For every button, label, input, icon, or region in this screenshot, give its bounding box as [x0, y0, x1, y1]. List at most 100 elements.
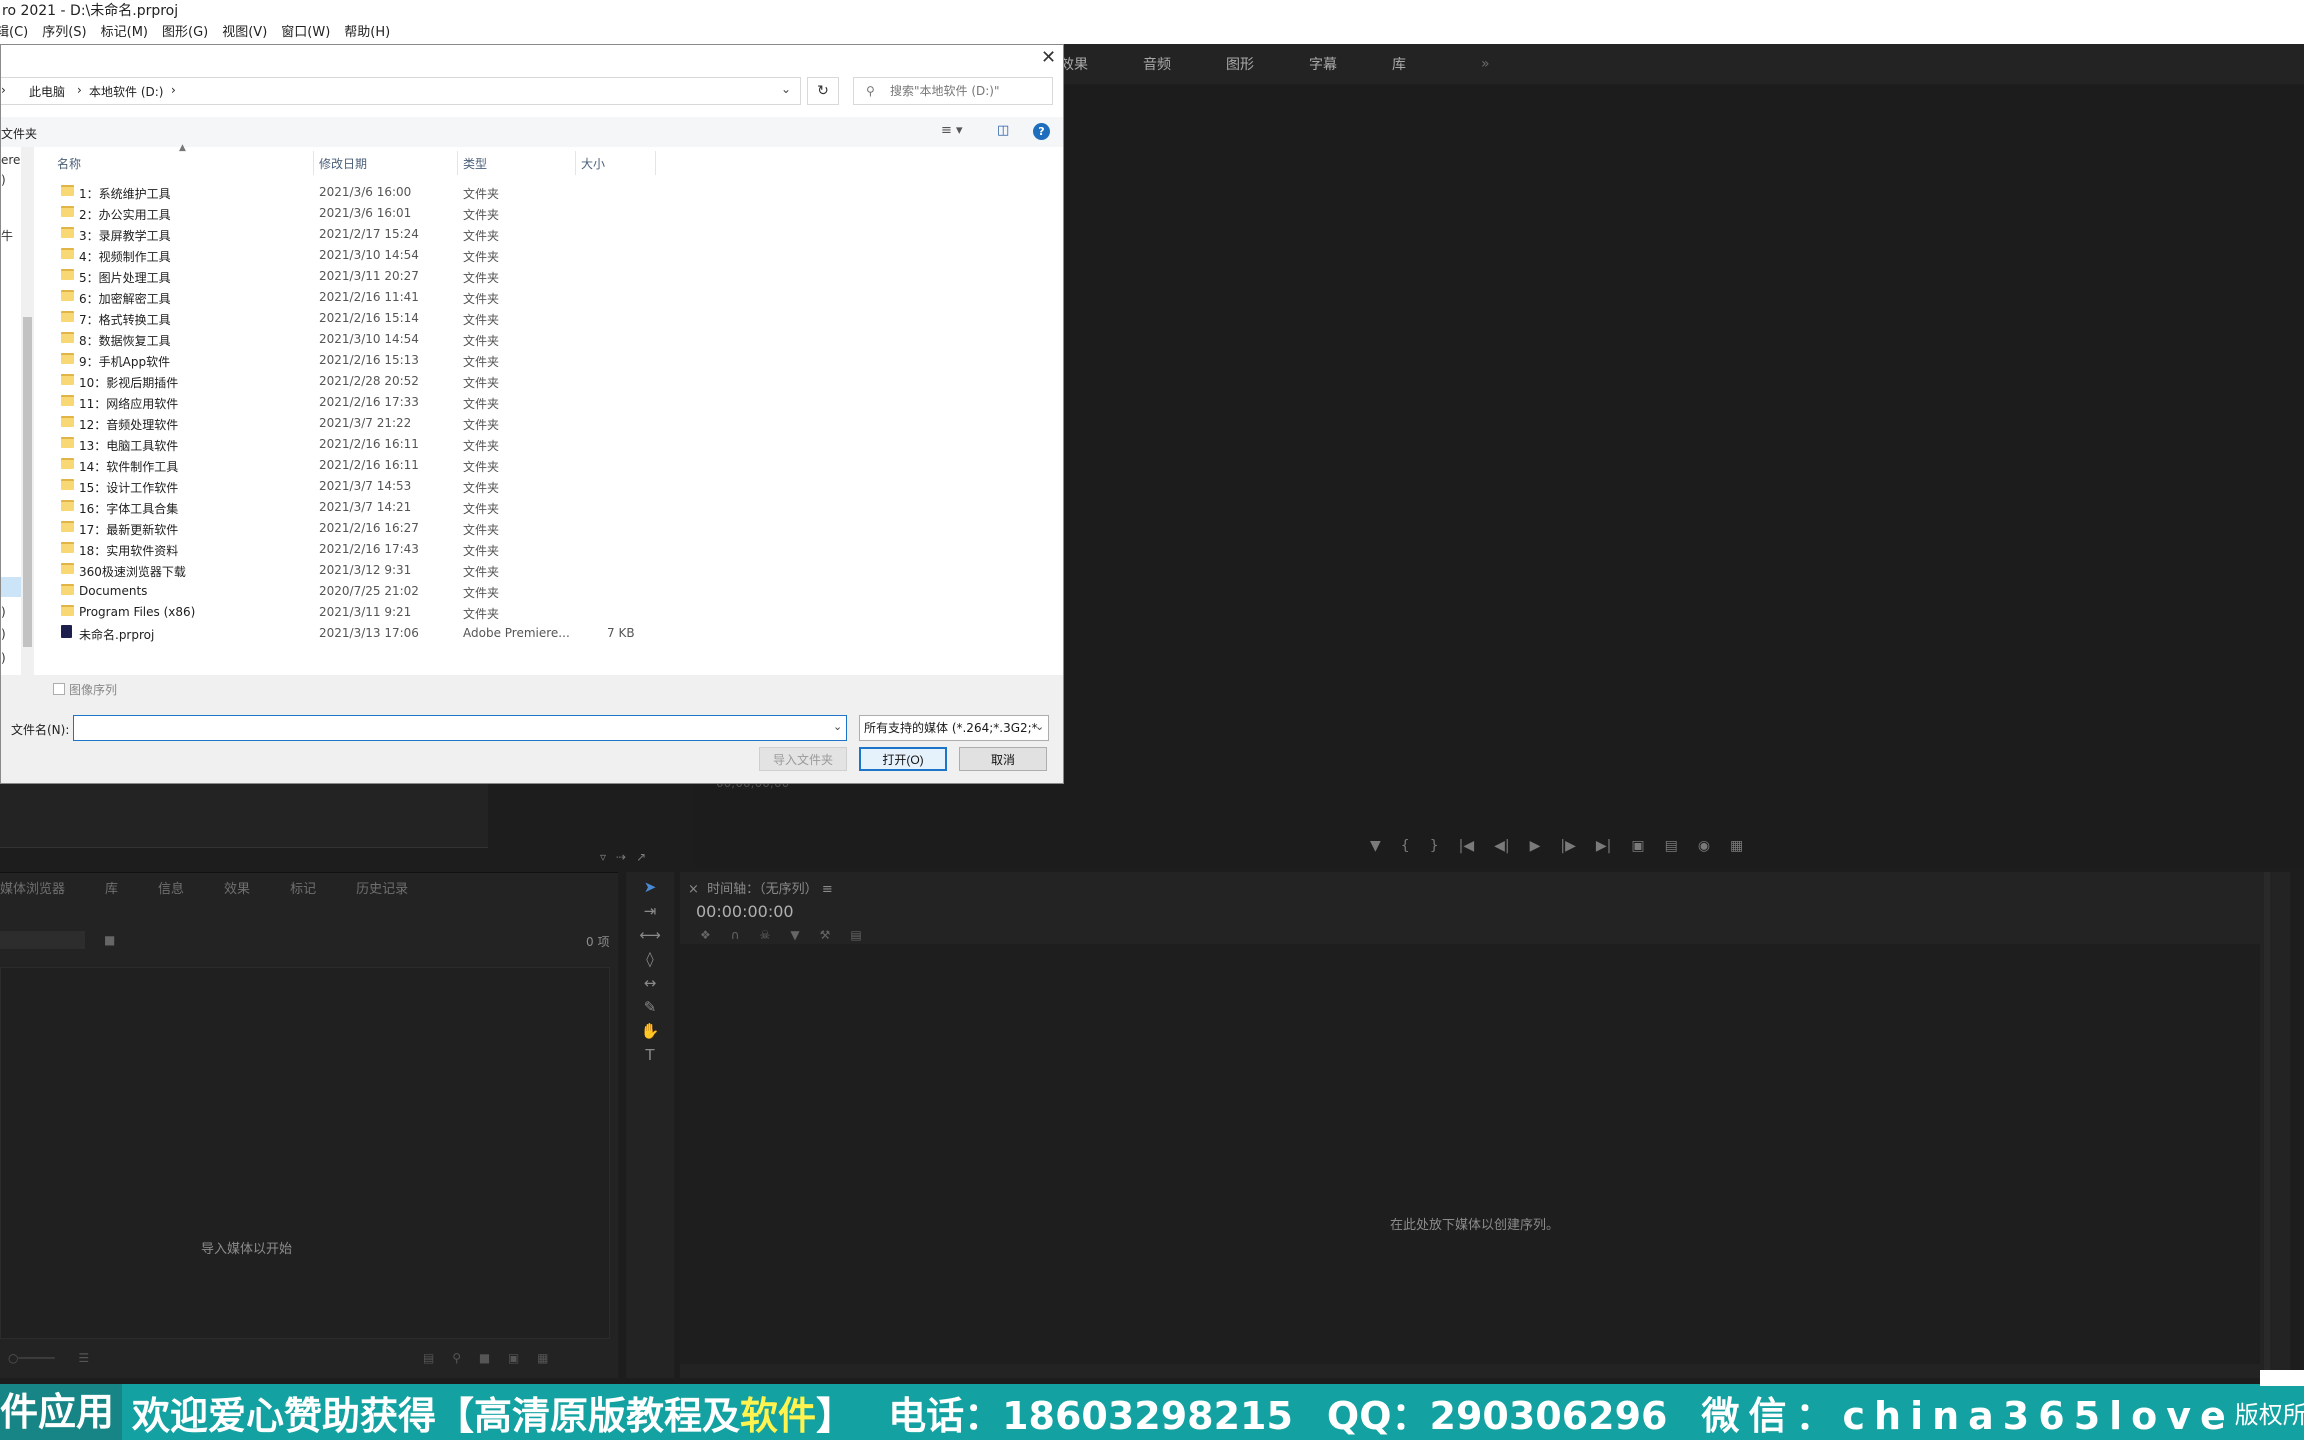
help-icon[interactable]: ?	[1033, 123, 1050, 140]
file-row[interactable]: 未命名.prproj 2021/3/13 17:06 Adobe Premiere.…	[57, 622, 677, 643]
workspace-tab-graphics[interactable]: 图形	[1226, 54, 1254, 74]
breadcrumb-this-pc[interactable]: 此电脑	[29, 83, 65, 100]
file-row[interactable]: 4：视频制作工具 2021/3/10 14:54 文件夹	[57, 244, 677, 265]
file-row[interactable]: 15：设计工作软件 2021/3/7 14:53 文件夹	[57, 475, 677, 496]
scroll-thumb[interactable]	[23, 317, 32, 647]
marker-icon[interactable]: ▼	[1370, 838, 1381, 854]
export-frame-icon[interactable]: ↗	[636, 850, 646, 864]
out-point-icon[interactable]: }	[1430, 838, 1439, 854]
new-bin-icon[interactable]: ■	[104, 933, 115, 947]
file-row[interactable]: 5：图片处理工具 2021/3/11 20:27 文件夹	[57, 265, 677, 286]
timeline-scrollbar[interactable]	[2264, 872, 2270, 1378]
project-search-input[interactable]	[0, 931, 85, 949]
nav-item[interactable]: )	[1, 627, 6, 641]
menu-item-window[interactable]: 窗口(W)	[281, 22, 330, 44]
column-header-size[interactable]: 大小	[581, 155, 605, 172]
new-folder-button[interactable]: 文件夹	[1, 125, 37, 142]
chevron-right-icon[interactable]: ›	[171, 83, 176, 97]
menu-item-view[interactable]: 视图(V)	[222, 22, 267, 44]
chevron-down-icon[interactable]: ⌄	[833, 720, 842, 733]
project-items-area[interactable]: 导入媒体以开始	[0, 967, 610, 1339]
nav-item[interactable]: ere	[1, 153, 20, 167]
panel-menu-icon[interactable]: ≡	[822, 882, 833, 897]
new-item-icon[interactable]: ▤	[423, 1351, 434, 1365]
add-marker-icon[interactable]: ▼	[790, 928, 799, 942]
chevron-down-icon[interactable]: ⌄	[1035, 720, 1044, 733]
file-row[interactable]: 18：实用软件资料 2021/2/16 17:43 文件夹	[57, 538, 677, 559]
column-header-name[interactable]: 名称	[57, 155, 81, 172]
search-icon[interactable]: ⚲	[452, 1351, 461, 1365]
timeline-tab[interactable]: × 时间轴：（无序列） ≡	[688, 878, 833, 897]
timeline-drop-area[interactable]: 在此处放下媒体以创建序列。	[680, 944, 2260, 1364]
file-row[interactable]: 17：最新更新软件 2021/2/16 16:27 文件夹	[57, 517, 677, 538]
tab-history[interactable]: 历史记录	[356, 878, 408, 897]
column-divider[interactable]	[313, 151, 314, 175]
breadcrumb-drive-d[interactable]: 本地软件 (D:)	[89, 83, 163, 100]
file-row[interactable]: 13：电脑工具软件 2021/2/16 16:11 文件夹	[57, 433, 677, 454]
menu-item-help[interactable]: 帮助(H)	[344, 22, 390, 44]
timeline-close-icon[interactable]: ×	[688, 882, 699, 897]
chevron-down-icon[interactable]: ⌄	[781, 82, 791, 96]
import-folder-button[interactable]: 导入文件夹	[759, 747, 847, 771]
list-view-icon[interactable]: ☰	[78, 1351, 89, 1365]
column-header-date[interactable]: 修改日期	[319, 155, 367, 172]
file-row[interactable]: 14：软件制作工具 2021/2/16 16:11 文件夹	[57, 454, 677, 475]
snap-icon[interactable]: ∩	[731, 928, 740, 942]
folder-icon[interactable]: ■	[479, 1351, 490, 1365]
file-row[interactable]: 10：影视后期插件 2021/2/28 20:52 文件夹	[57, 370, 677, 391]
go-to-in-icon[interactable]: |◀	[1459, 838, 1474, 854]
file-row[interactable]: 2：办公实用工具 2021/3/6 16:01 文件夹	[57, 202, 677, 223]
navigation-scrollbar[interactable]	[21, 147, 34, 675]
step-forward-icon[interactable]: |▶	[1560, 838, 1575, 854]
go-to-out-icon[interactable]: ▶|	[1596, 838, 1611, 854]
file-row[interactable]: 9：手机App软件 2021/2/16 15:13 文件夹	[57, 349, 677, 370]
workspace-tab-effects[interactable]: 效果	[1060, 54, 1088, 74]
zoom-slider[interactable]: ○─────	[8, 1351, 55, 1365]
track-select-tool-icon[interactable]: ⇥	[626, 902, 674, 920]
open-button[interactable]: 打开(O)	[859, 747, 947, 771]
file-row[interactable]: 6：加密解密工具 2021/2/16 11:41 文件夹	[57, 286, 677, 307]
new-bin-button-icon[interactable]: ▣	[508, 1351, 519, 1365]
tab-effects[interactable]: 效果	[224, 878, 250, 897]
column-header-type[interactable]: 类型	[463, 155, 487, 172]
nav-item[interactable]: 牛	[1, 227, 13, 244]
workspace-tab-libraries[interactable]: 库	[1392, 54, 1406, 74]
file-row[interactable]: Program Files (x86) 2021/3/11 9:21 文件夹	[57, 601, 677, 622]
step-back-icon[interactable]: ◀|	[1494, 838, 1509, 854]
camera-icon[interactable]: ◉	[1698, 838, 1710, 854]
type-tool-icon[interactable]: T	[626, 1046, 674, 1064]
filter-icon[interactable]: ▿	[600, 850, 606, 864]
file-row[interactable]: Documents 2020/7/25 21:02 文件夹	[57, 580, 677, 601]
image-sequence-checkbox[interactable]	[53, 683, 65, 695]
nav-item[interactable]: )	[1, 605, 6, 619]
tab-libraries[interactable]: 库	[105, 878, 118, 897]
ripple-edit-tool-icon[interactable]: ⟷	[626, 926, 674, 944]
file-row[interactable]: 16：字体工具合集 2021/3/7 14:21 文件夹	[57, 496, 677, 517]
menu-item-graphics[interactable]: 图形(G)	[162, 22, 208, 44]
workspace-tab-captions[interactable]: 字幕	[1309, 54, 1337, 74]
search-input[interactable]: ⚲ 搜索"本地软件 (D:)"	[853, 77, 1053, 105]
lift-icon[interactable]: ▣	[1631, 838, 1644, 854]
razor-tool-icon[interactable]: ◊	[626, 950, 674, 968]
file-row[interactable]: 1：系统维护工具 2021/3/6 16:00 文件夹	[57, 181, 677, 202]
linked-selection-icon[interactable]: ☠	[760, 928, 771, 942]
column-divider[interactable]	[457, 151, 458, 175]
menu-item-markers[interactable]: 标记(M)	[101, 22, 148, 44]
view-options-icon[interactable]: ≡ ▾	[941, 123, 963, 138]
file-row[interactable]: 8：数据恢复工具 2021/3/10 14:54 文件夹	[57, 328, 677, 349]
hand-tool-icon[interactable]: ✋	[626, 1022, 674, 1040]
close-icon[interactable]: ✕	[1041, 47, 1056, 68]
settings-icon[interactable]: ⚒	[820, 928, 831, 942]
nest-icon[interactable]: ❖	[700, 928, 711, 942]
file-row[interactable]: 3：录屏教学工具 2021/2/17 15:24 文件夹	[57, 223, 677, 244]
in-point-icon[interactable]: {	[1401, 838, 1410, 854]
extract-icon[interactable]: ▤	[1665, 838, 1678, 854]
menu-item-sequence[interactable]: 序列(S)	[42, 22, 86, 44]
file-row[interactable]: 12：音频处理软件 2021/3/7 21:22 文件夹	[57, 412, 677, 433]
preview-pane-icon[interactable]: ◫	[997, 123, 1009, 138]
tab-info[interactable]: 信息	[158, 878, 184, 897]
selection-tool-icon[interactable]: ➤	[626, 878, 674, 896]
file-row[interactable]: 11：网络应用软件 2021/2/16 17:33 文件夹	[57, 391, 677, 412]
nav-item[interactable]: )	[1, 173, 6, 187]
button-editor-icon[interactable]: ▦	[1730, 838, 1743, 854]
